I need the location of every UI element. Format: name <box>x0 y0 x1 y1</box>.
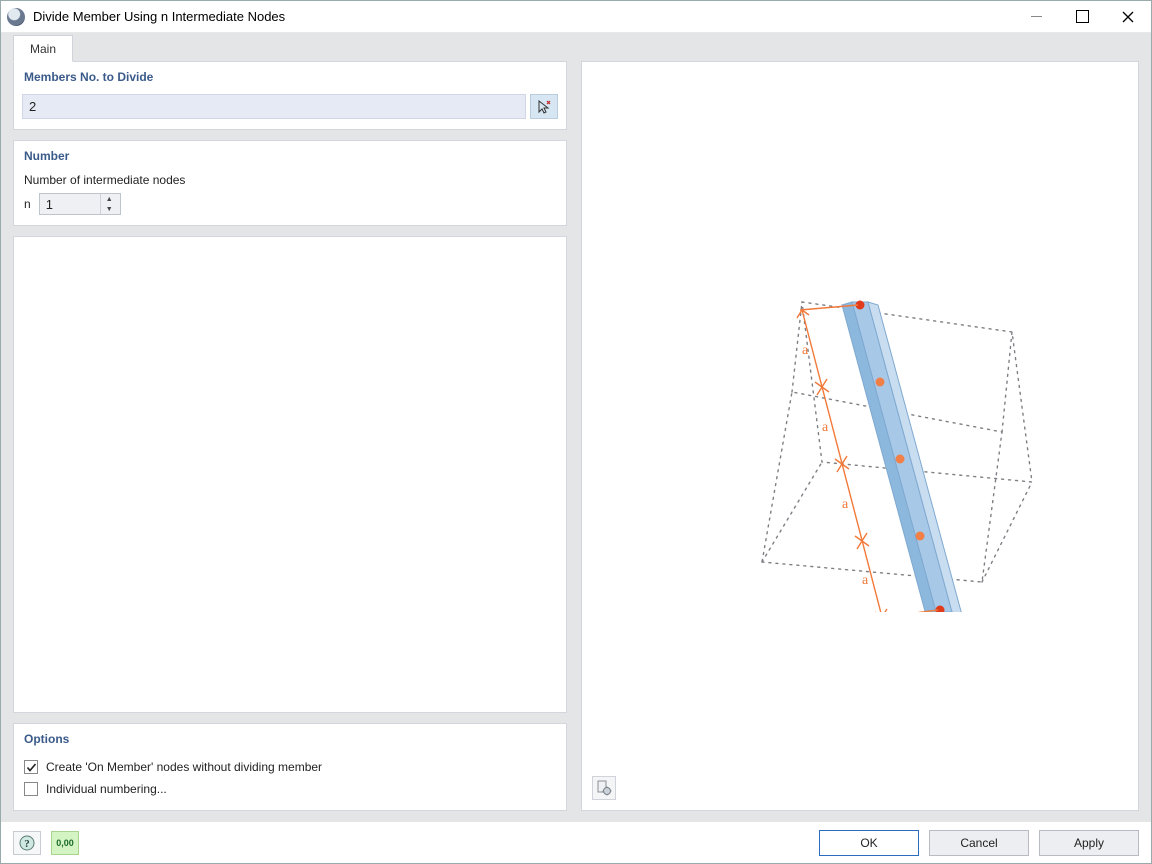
panel-header-number: Number <box>14 141 566 169</box>
members-to-divide-input[interactable] <box>22 94 526 119</box>
option-individual-numbering-label: Individual numbering... <box>46 782 167 796</box>
apply-label: Apply <box>1074 836 1104 850</box>
spinner-down-icon[interactable]: ▼ <box>101 204 118 214</box>
pick-members-button[interactable] <box>530 94 558 119</box>
main-row: Members No. to Divide Number <box>1 61 1151 821</box>
svg-text:a: a <box>802 343 809 358</box>
svg-text:a: a <box>842 497 849 512</box>
check-icon <box>26 762 37 773</box>
close-icon <box>1122 11 1134 23</box>
cancel-button[interactable]: Cancel <box>929 830 1029 856</box>
titlebar: Divide Member Using n Intermediate Nodes <box>1 1 1151 33</box>
checkbox-individual-numbering[interactable] <box>24 782 38 796</box>
checkbox-create-on-member[interactable] <box>24 760 38 774</box>
apply-button[interactable]: Apply <box>1039 830 1139 856</box>
help-button[interactable]: ? <box>13 831 41 855</box>
panel-preview: a a a a <box>581 61 1139 811</box>
cancel-label: Cancel <box>960 836 997 850</box>
window-maximize-button[interactable] <box>1059 1 1105 32</box>
dialog-body: Main Members No. to Divide <box>1 33 1151 821</box>
panel-header-members: Members No. to Divide <box>14 62 566 90</box>
panel-number: Number Number of intermediate nodes n ▲ … <box>13 140 567 226</box>
panel-header-options: Options <box>14 724 566 752</box>
left-column: Members No. to Divide Number <box>13 61 567 811</box>
right-column: a a a a <box>581 61 1139 811</box>
window-close-button[interactable] <box>1105 1 1151 32</box>
app-icon <box>7 8 25 26</box>
window-minimize-button[interactable] <box>1013 1 1059 32</box>
svg-text:a: a <box>862 573 869 588</box>
n-prefix: n <box>24 197 31 211</box>
dialog-window: Divide Member Using n Intermediate Nodes… <box>0 0 1152 864</box>
spinner-up-icon[interactable]: ▲ <box>101 194 118 204</box>
cursor-pick-icon <box>536 99 552 115</box>
precision-button[interactable]: 0,00 <box>51 831 79 855</box>
help-icon: ? <box>19 835 35 851</box>
svg-text:?: ? <box>24 838 30 850</box>
svg-text:a: a <box>822 420 829 435</box>
panel-empty <box>13 236 567 713</box>
option-create-on-member[interactable]: Create 'On Member' nodes without dividin… <box>24 756 556 778</box>
preview-illustration: a a a a <box>642 232 1052 612</box>
dialog-footer: ? 0,00 OK Cancel Apply <box>1 821 1151 863</box>
intermediate-nodes-spinner[interactable]: ▲ ▼ <box>39 193 121 215</box>
document-gear-icon <box>596 780 612 796</box>
panel-options: Options Create 'On Member' nodes without… <box>13 723 567 811</box>
option-create-on-member-label: Create 'On Member' nodes without dividin… <box>46 760 322 774</box>
intermediate-nodes-input[interactable] <box>40 194 100 214</box>
tabstrip: Main <box>1 33 1151 61</box>
segment-labels: a a a a <box>802 343 869 588</box>
panel-members-to-divide: Members No. to Divide <box>13 61 567 130</box>
ok-button[interactable]: OK <box>819 830 919 856</box>
spinner-arrows[interactable]: ▲ ▼ <box>100 194 118 214</box>
window-title: Divide Member Using n Intermediate Nodes <box>33 9 285 24</box>
precision-badge-label: 0,00 <box>56 838 74 848</box>
tab-main[interactable]: Main <box>13 35 73 62</box>
preview-settings-button[interactable] <box>592 776 616 800</box>
ok-label: OK <box>860 836 877 850</box>
intermediate-nodes-label: Number of intermediate nodes <box>24 173 556 187</box>
option-individual-numbering[interactable]: Individual numbering... <box>24 778 556 800</box>
